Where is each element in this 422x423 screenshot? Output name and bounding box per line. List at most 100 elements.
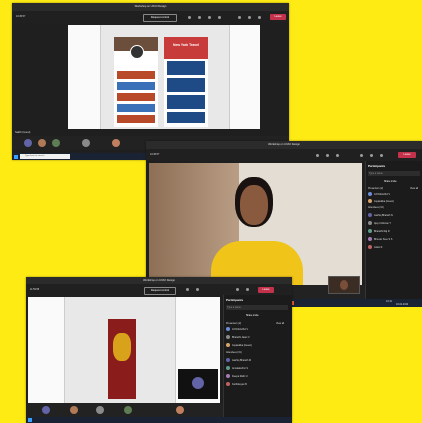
windows-taskbar	[26, 417, 292, 423]
participants-search-placeholder: Type a name	[369, 172, 383, 176]
leave-button[interactable]: Leave	[398, 152, 416, 158]
window-title: Workshop on UX/UI Design	[143, 279, 175, 282]
leave-label: Leave	[262, 287, 270, 291]
share-invite-button[interactable]: Share invite	[376, 179, 412, 184]
participant-row: Annalakshmi S	[226, 366, 291, 370]
meeting-timer: 11:59:58	[30, 288, 40, 291]
profile-avatar	[130, 45, 144, 59]
layers-panel	[68, 25, 101, 129]
participant-avatar	[24, 139, 32, 147]
view-all-link[interactable]: View all	[276, 322, 284, 325]
travel-headline: New York Travel	[173, 43, 199, 47]
participant-row: Gokul K	[368, 245, 421, 249]
participant-row: Deepa Rathi U	[226, 374, 291, 378]
leave-label: Leave	[274, 15, 282, 18]
attendees-group[interactable]: Attendees (31)	[226, 351, 242, 354]
participants-panel: Participants Type a name Share invite Pr…	[365, 161, 422, 299]
participant-avatar	[226, 327, 230, 331]
participant-avatar	[368, 213, 372, 217]
participant-avatar	[226, 358, 230, 362]
participant-name: Karthikeyan B	[232, 382, 247, 386]
attendees-group[interactable]: Attendees (31)	[368, 206, 384, 209]
mic-icon[interactable]	[246, 288, 249, 291]
self-video-preview	[178, 369, 218, 399]
chat-icon[interactable]	[316, 153, 319, 157]
thumbnail-person	[340, 280, 348, 290]
more-icon[interactable]	[218, 15, 221, 19]
participant-name: Aashiq Bharath M	[232, 358, 252, 362]
participant-avatar	[96, 406, 104, 414]
more-icon[interactable]	[336, 153, 339, 157]
screenshot-poster-design: Workshop on UX/UI Design 11:59:58 Reques…	[26, 277, 292, 423]
shared-screen	[28, 297, 220, 403]
camera-icon[interactable]	[360, 153, 363, 157]
speaker-face	[240, 185, 268, 225]
share-icon[interactable]	[380, 153, 383, 157]
participant-avatar	[368, 237, 372, 241]
camera-icon[interactable]	[238, 15, 241, 19]
participant-avatar	[226, 343, 230, 347]
participant-row: Karthikeyan B	[226, 382, 291, 386]
participant-row: JAYASALIKA V	[226, 327, 291, 331]
windows-start-icon[interactable]	[28, 418, 32, 422]
participants-panel: Participants Type a name Share invite Pr…	[223, 295, 292, 423]
participant-avatar	[368, 199, 372, 203]
participants-icon[interactable]	[198, 15, 201, 19]
window-title: Workshop on UX/UI Design	[134, 5, 167, 8]
participant-name: Jayasalika (Guest)	[232, 343, 252, 347]
mic-icon[interactable]	[248, 15, 251, 19]
travel-image-list	[167, 61, 205, 123]
participant-name: Annalakshmi S	[232, 366, 248, 370]
presenters-group[interactable]: Presenters (2)	[368, 187, 383, 190]
meeting-timer: 10:36:57	[150, 153, 160, 156]
participant-row: Jayasalika (Guest)	[368, 199, 421, 203]
participant-avatar	[82, 139, 90, 147]
teams-toolbar: 11:59:58 Request control Leave	[26, 284, 292, 295]
reactions-icon[interactable]	[208, 15, 211, 19]
participant-avatar	[52, 139, 60, 147]
poster-art	[113, 333, 131, 361]
share-invite-button[interactable]: Share invite	[238, 313, 278, 318]
participant-name: Bhuvan Sree S S	[374, 237, 393, 241]
participant-name: Gokul K	[374, 245, 383, 249]
participants-title: Participants	[368, 164, 386, 168]
participant-row: Aashiq Bharath N	[368, 213, 421, 217]
participant-name: Bharathi Jaani V	[232, 335, 250, 339]
participant-avatar	[70, 406, 78, 414]
participants-search-input[interactable]: Type a name	[368, 171, 420, 176]
screenshot-speaker-video: Workshop on UX/UI Design 10:36:57 Leave …	[146, 141, 422, 299]
camera-icon[interactable]	[236, 288, 239, 291]
share-icon[interactable]	[258, 15, 261, 19]
share-invite-label: Share invite	[246, 314, 259, 317]
participant-name: Jayasalika (Guest)	[374, 199, 394, 203]
taskbar-search[interactable]: Type here to search	[20, 154, 70, 159]
request-control-button[interactable]: Request control	[144, 286, 176, 295]
meeting-timer: 10:36:57	[16, 15, 26, 18]
presenters-group[interactable]: Presenters (2)	[226, 322, 241, 325]
participants-search-input[interactable]: Type a name	[226, 305, 288, 310]
mobile-frame-profile	[114, 37, 158, 127]
participants-icon[interactable]	[326, 153, 329, 157]
participant-avatar	[124, 406, 132, 414]
participant-row: Bharathi Jaani V	[226, 335, 291, 339]
view-all-link[interactable]: View all	[410, 187, 418, 190]
presenter-name: Sakthi (Guest)	[15, 131, 31, 134]
layers-panel	[28, 297, 65, 403]
request-control-button[interactable]: Request control	[143, 14, 177, 22]
chat-icon[interactable]	[186, 288, 189, 291]
participant-avatar	[226, 335, 230, 339]
participant-avatar	[368, 192, 372, 196]
chat-icon[interactable]	[188, 15, 191, 19]
participants-icon[interactable]	[196, 288, 199, 291]
participant-avatar	[226, 382, 230, 386]
screenshot-design-share: Workshop on UX/UI Design 10:36:57 Reques…	[12, 3, 289, 160]
leave-button[interactable]: Leave	[270, 14, 286, 20]
participant-avatar	[42, 406, 50, 414]
speaker-video: Jayasalika Vinod	[149, 163, 362, 285]
windows-start-icon[interactable]	[14, 154, 18, 159]
participant-name: Deepa Rathi U	[232, 374, 248, 378]
participant-avatar	[368, 245, 372, 249]
windows-taskbar-right: 10:41 18-02-2022	[288, 299, 422, 307]
mic-icon[interactable]	[370, 153, 373, 157]
leave-button[interactable]: Leave	[258, 286, 274, 293]
